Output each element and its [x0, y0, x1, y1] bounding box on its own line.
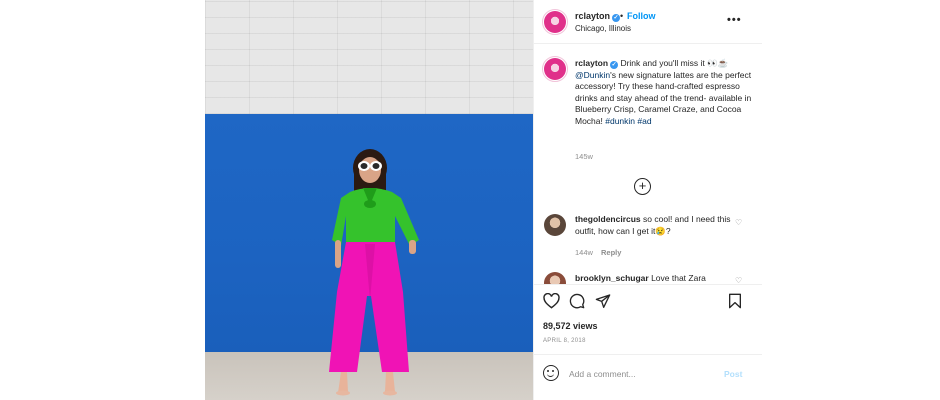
post-comment-button[interactable]: Post [724, 369, 742, 379]
woman-figure [329, 149, 419, 396]
more-options-icon[interactable]: ••• [727, 14, 742, 26]
comment-like-heart-icon[interactable]: ♡ [735, 218, 742, 227]
comment-like-heart-icon[interactable]: ♡ [735, 276, 742, 284]
avatar[interactable] [542, 9, 568, 35]
comment-username[interactable]: brooklyn_schugar [575, 273, 649, 283]
view-count[interactable]: 89,572 views [543, 321, 598, 331]
comment-input[interactable] [569, 367, 719, 381]
post-photo[interactable] [205, 0, 533, 400]
comment-username[interactable]: thegoldencircus [575, 214, 641, 224]
share-icon[interactable] [595, 293, 611, 309]
caption-username[interactable]: rclayton [575, 58, 608, 68]
follow-button[interactable]: Follow [627, 11, 656, 21]
location-link[interactable]: Chicago, Illinois [575, 24, 631, 33]
hashtags[interactable]: #dunkin #ad [605, 116, 651, 126]
verified-badge-icon: ✓ [612, 14, 621, 22]
header-username[interactable]: rclayton ✓ [575, 11, 621, 22]
heart-icon[interactable] [543, 293, 560, 309]
action-bar: 89,572 views APRIL 8, 2018 [534, 284, 762, 354]
separator-dot: • [620, 11, 624, 21]
bookmark-icon[interactable] [728, 293, 742, 309]
post-caption: rclayton ✓ Drink and you'll miss it 👀☕ @D… [575, 58, 755, 127]
caption-avatar[interactable] [542, 56, 568, 82]
post-header: rclayton ✓ • Follow Chicago, Illinois ••• [534, 0, 762, 44]
verified-badge-icon: ✓ [610, 61, 619, 69]
comment-age[interactable]: 144w [575, 248, 593, 257]
comment-item: brooklyn_schugar Love that Zara [575, 273, 735, 284]
commenter-avatar[interactable] [544, 272, 566, 284]
emoji-icon[interactable] [543, 365, 559, 381]
caption-text-start: Drink and you'll miss it 👀☕ [620, 58, 729, 68]
mention-link[interactable]: @Dunkin [575, 70, 610, 80]
commenter-avatar[interactable] [544, 214, 566, 236]
comment-item: thegoldencircus so cool! and I need this… [575, 214, 735, 237]
post-detail-panel: rclayton ✓ • Follow Chicago, Illinois •••… [533, 0, 762, 400]
add-comment-bar: Post [534, 354, 762, 392]
caption-age[interactable]: 145w [575, 152, 593, 161]
comment-icon[interactable] [569, 293, 585, 309]
comments-section[interactable]: rclayton ✓ Drink and you'll miss it 👀☕ @D… [534, 44, 762, 284]
load-more-comments-button[interactable]: + [634, 178, 651, 195]
reply-button[interactable]: Reply [601, 248, 621, 257]
comment-text: Love that Zara [651, 273, 706, 283]
post-date[interactable]: APRIL 8, 2018 [543, 338, 586, 344]
